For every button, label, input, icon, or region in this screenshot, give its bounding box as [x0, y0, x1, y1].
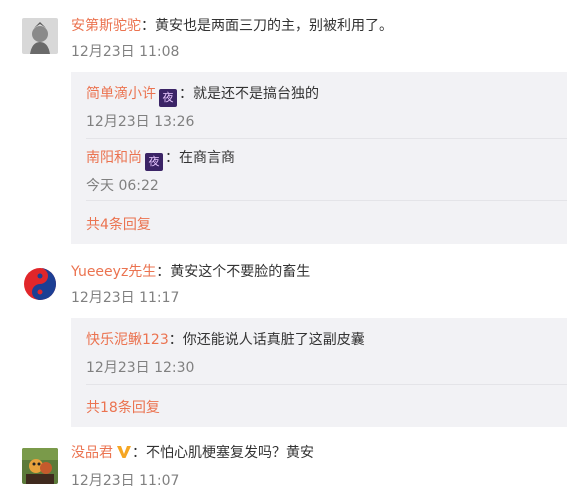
comment-time: 12月23日 11:08 [71, 44, 180, 60]
comment-text: 不怕心肌梗塞复发吗？黄安 [146, 445, 314, 461]
comment-line: 安第斯驼驼：黄安也是两面三刀的主，别被利用了。 [71, 16, 393, 36]
divider [86, 384, 567, 385]
reply-time: 12月23日 13:26 [86, 114, 195, 130]
separator: ： [165, 150, 179, 166]
colorful-photo-avatar-icon [22, 448, 58, 484]
divider [86, 138, 567, 139]
username-link[interactable]: 安第斯驼驼 [71, 18, 141, 34]
comment-line: 没品君 ：不怕心肌梗塞复发吗？黄安 [71, 443, 314, 466]
separator: ： [179, 86, 193, 102]
night-badge-icon: 夜 [159, 89, 177, 107]
reply-time: 12月23日 12:30 [86, 360, 195, 376]
username-link[interactable]: 没品君 [71, 445, 113, 461]
username-link[interactable]: 南阳和尚 [86, 150, 142, 166]
orange-v-badge-icon [116, 444, 132, 466]
avatar[interactable] [22, 448, 58, 484]
comment-time: 12月23日 11:07 [71, 473, 180, 489]
comment-text: 黄安也是两面三刀的主，别被利用了。 [155, 18, 393, 34]
avatar[interactable] [22, 266, 58, 302]
comment-text: 黄安这个不要脸的畜生 [170, 264, 311, 280]
comment-line: Yueeeyz先生：黄安这个不要脸的畜生 [71, 262, 310, 282]
separator: ： [156, 264, 171, 280]
separator: ： [168, 332, 183, 348]
taiji-yin-yang-avatar-icon [22, 266, 58, 302]
reply-text: 你还能说人话真脏了这副皮囊 [182, 332, 365, 348]
reply-text: 就是还不是搞台独的 [193, 86, 319, 102]
reply-line: 简单滴小许夜：就是还不是搞台独的 [86, 84, 319, 107]
avatar[interactable] [22, 18, 58, 54]
reply-line: 南阳和尚夜：在商言商 [86, 148, 235, 171]
reply-list: 简单滴小许夜：就是还不是搞台独的 12月23日 13:26 南阳和尚夜：在商言商… [71, 72, 567, 244]
username-link[interactable]: 快乐泥鳅123 [86, 332, 169, 348]
username-link[interactable]: 简单滴小许 [86, 86, 156, 102]
more-replies-link[interactable]: 共18条回复 [86, 398, 160, 418]
reply-text: 在商言商 [179, 150, 235, 166]
reply-time: 今天 06:22 [86, 178, 159, 194]
divider [86, 200, 567, 201]
reply-line: 快乐泥鳅123：你还能说人话真脏了这副皮囊 [86, 330, 365, 350]
night-badge-icon: 夜 [145, 153, 163, 171]
reply-list: 快乐泥鳅123：你还能说人话真脏了这副皮囊 12月23日 12:30 共18条回… [71, 318, 567, 427]
warrior-statue-avatar-icon [22, 18, 58, 54]
separator: ： [132, 445, 146, 461]
username-link[interactable]: Yueeeyz先生 [71, 264, 156, 280]
separator: ： [141, 18, 155, 34]
comment-time: 12月23日 11:17 [71, 290, 180, 306]
more-replies-link[interactable]: 共4条回复 [86, 215, 151, 235]
